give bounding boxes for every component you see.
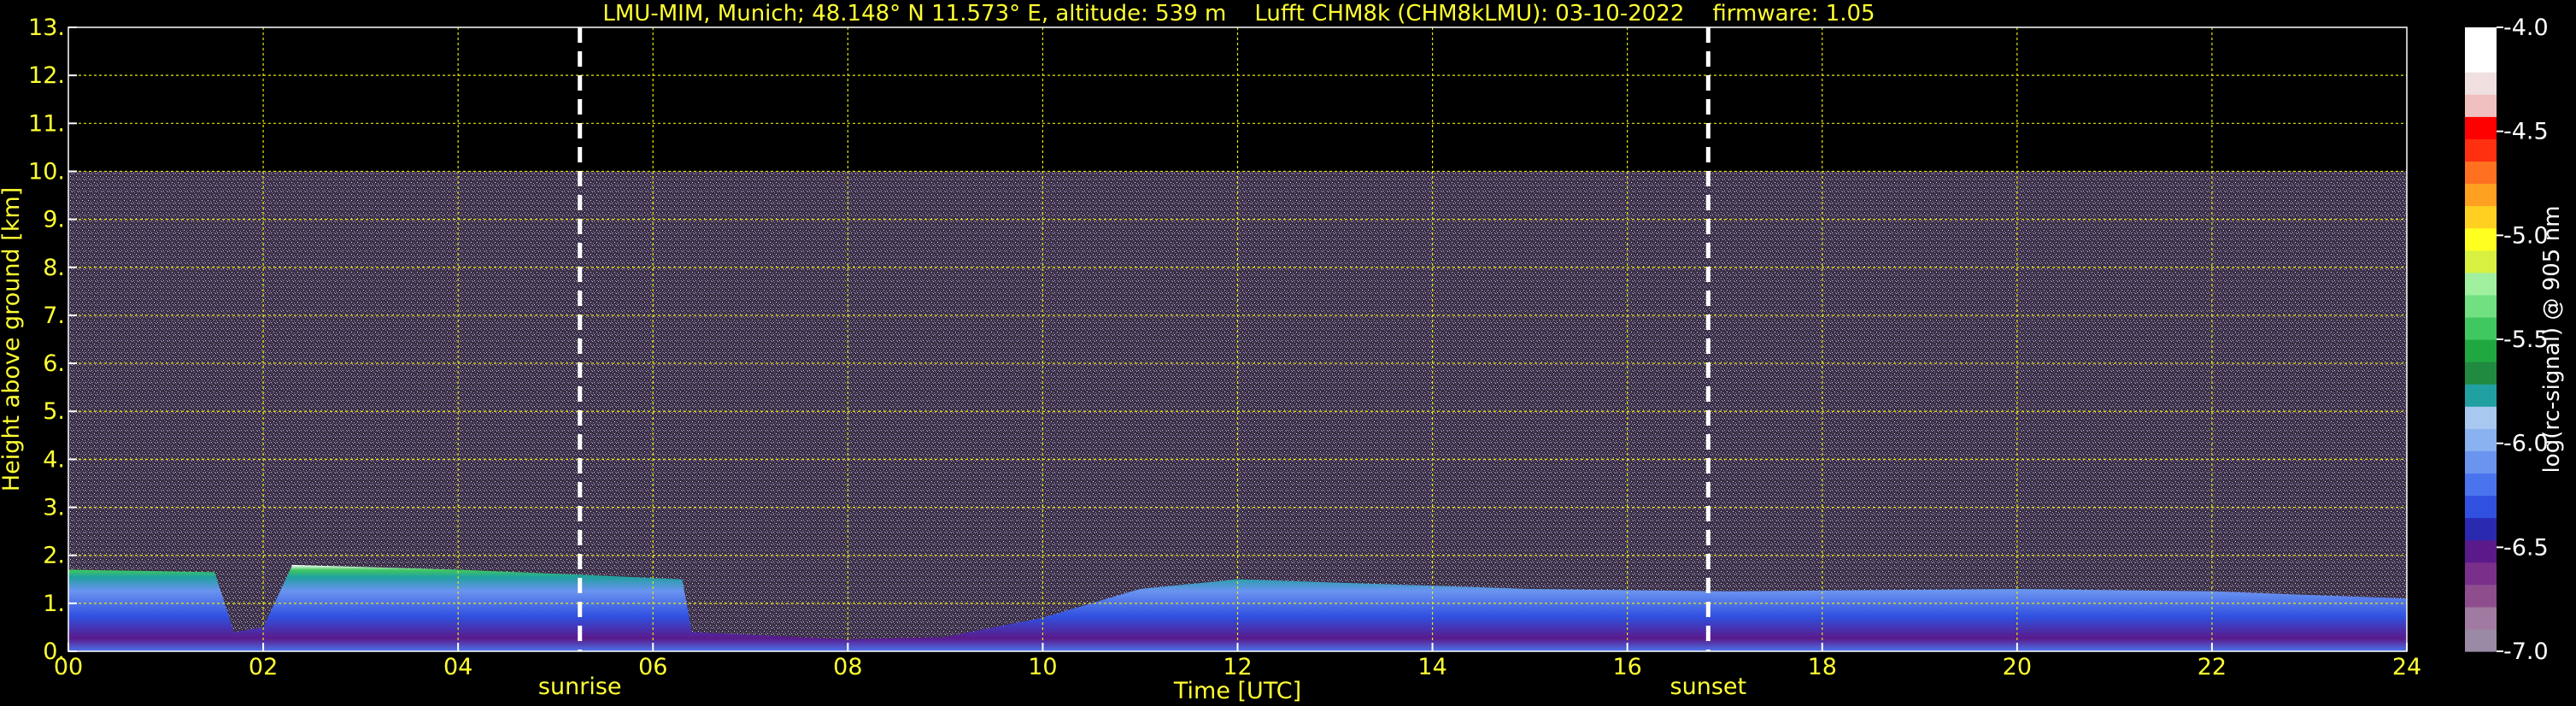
- colorbar-tick-label: -6.5: [2503, 534, 2549, 561]
- colorbar-segment: [2465, 316, 2497, 340]
- colorbar-segment: [2465, 584, 2497, 608]
- colorbar-segment: [2465, 72, 2497, 95]
- colorbar-segment: [2465, 138, 2497, 162]
- colorbar-segment: [2465, 628, 2497, 652]
- x-tick-label: 06: [638, 654, 667, 680]
- colorbar-segment: [2465, 517, 2497, 541]
- x-tick-label: 14: [1417, 654, 1446, 680]
- y-tick-label: 0.: [43, 638, 65, 665]
- colorbar-segment: [2465, 495, 2497, 519]
- colorbar-segment: [2465, 450, 2497, 474]
- colorbar-segment: [2465, 406, 2497, 429]
- colorbar-segment: [2465, 227, 2497, 251]
- colorbar-segment: [2465, 384, 2497, 407]
- colorbar-segment: [2465, 339, 2497, 362]
- colorbar-segment: [2465, 183, 2497, 207]
- colorbar-label: log(rc-signal) @ 905 nm: [2539, 206, 2565, 474]
- colorbar-tick-label: -4.5: [2503, 119, 2549, 145]
- y-tick-label: 13.: [28, 15, 65, 41]
- colorbar-segment: [2465, 27, 2497, 50]
- y-tick-label: 11.: [28, 110, 65, 137]
- colorbar-segment: [2465, 362, 2497, 385]
- y-tick-label: 8.: [43, 255, 65, 281]
- x-tick-label: 12: [1223, 654, 1252, 680]
- y-tick-label: 4.: [43, 446, 65, 473]
- colorbar-tick-label: -7.0: [2503, 638, 2549, 665]
- colorbar-segment: [2465, 116, 2497, 139]
- y-tick-label: 7.: [43, 303, 65, 329]
- colorbar-segment: [2465, 250, 2497, 274]
- x-tick-label: 16: [1612, 654, 1641, 680]
- x-tick-label: 10: [1028, 654, 1057, 680]
- colorbar-segment: [2465, 161, 2497, 185]
- colorbar-segment: [2465, 606, 2497, 630]
- x-tick-label: 08: [833, 654, 862, 680]
- colorbar-segment: [2465, 562, 2497, 585]
- x-tick-label: 02: [249, 654, 278, 680]
- plot-area: sunrise sunset: [67, 26, 2408, 700]
- colorbar-segment: [2465, 205, 2497, 229]
- ceilometer-chart: sunrise sunset 00 02 04 06 08 10 12 14 16 18 20 22 24…: [0, 1, 2565, 704]
- x-tick-label: 18: [1808, 654, 1837, 680]
- y-tick-label: 10.: [28, 158, 65, 185]
- y-tick-label: 9.: [43, 207, 65, 233]
- x-tick-label: 20: [2003, 654, 2032, 680]
- y-tick-label: 6.: [43, 350, 65, 377]
- y-tick-label: 12.: [28, 62, 65, 89]
- y-tick-label: 3.: [43, 495, 65, 521]
- sunrise-label: sunrise: [538, 674, 622, 700]
- x-tick-label: 22: [2198, 654, 2227, 680]
- colorbar-segment: [2465, 428, 2497, 451]
- colorbar-segment: [2465, 272, 2497, 296]
- colorbar-tick-label: -4.0: [2503, 15, 2549, 41]
- chart-title: LMU-MIM, Munich; 48.148° N 11.573° E, al…: [602, 1, 1875, 26]
- x-axis-label: Time [UTC]: [1173, 678, 1301, 704]
- y-tick-label: 1.: [43, 591, 65, 617]
- colorbar-segment: [2465, 473, 2497, 497]
- colorbar: -4.0-4.5-5.0-5.5-6.0-6.5-7.0: [2465, 15, 2549, 665]
- colorbar-segment: [2465, 294, 2497, 318]
- colorbar-segment: [2465, 539, 2497, 563]
- y-tick-label: 2.: [43, 543, 65, 569]
- x-tick-label: 04: [443, 654, 472, 680]
- colorbar-segment: [2465, 50, 2497, 73]
- x-tick-label: 24: [2392, 654, 2421, 680]
- y-axis-label: Height above ground [km]: [0, 187, 25, 491]
- sunset-label: sunset: [1670, 674, 1747, 700]
- colorbar-segment: [2465, 94, 2497, 117]
- y-tick-label: 5.: [43, 398, 65, 425]
